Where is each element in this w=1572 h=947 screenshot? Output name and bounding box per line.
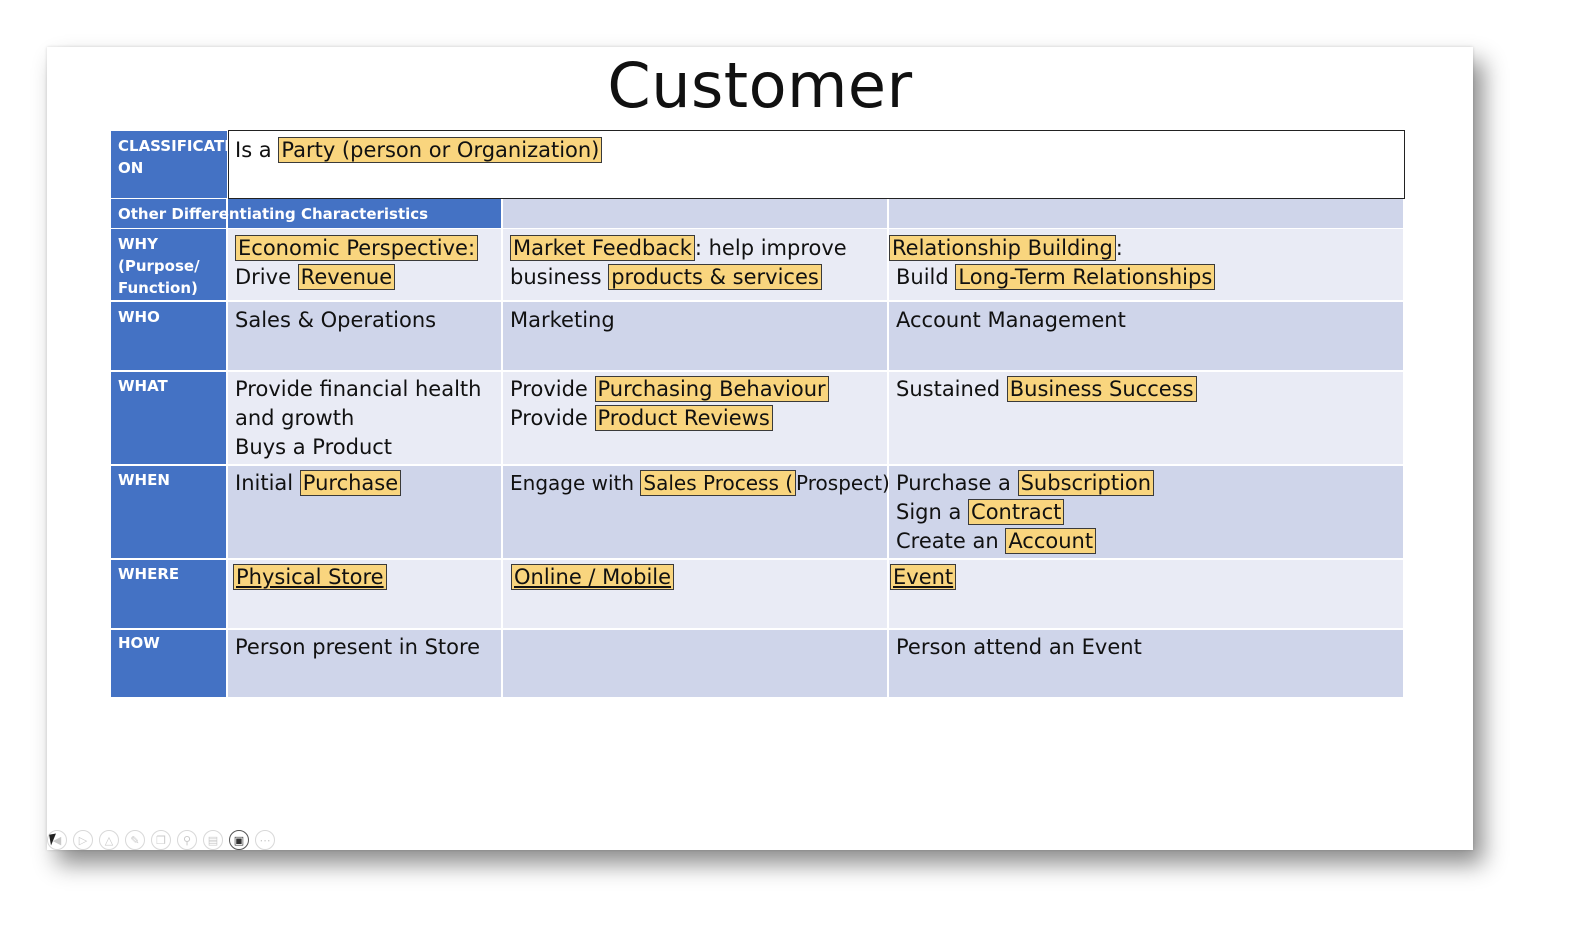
subtitles-icon[interactable]: ▤	[203, 830, 223, 850]
revenue-highlight: Revenue	[297, 264, 396, 290]
copy-icon[interactable]: ❐	[151, 830, 171, 850]
row-label-how: HOW	[118, 634, 160, 652]
where-col1: Physical Store	[233, 563, 387, 592]
why-col3: Relationship Building: Build Long-Term R…	[889, 234, 1216, 292]
where-col2: Online / Mobile	[511, 563, 675, 592]
row-where-bg	[227, 559, 1403, 629]
what-col2: Provide Purchasing Behaviour Provide Pro…	[510, 375, 829, 433]
who-col2: Marketing	[510, 308, 615, 332]
physical-store-highlight: Physical Store	[233, 564, 387, 590]
grid-line	[111, 558, 1403, 560]
slide: Customer CLASSIFICATI ON Is a Party (per…	[47, 47, 1473, 850]
section-header: Other Differentiating Characteristics	[118, 205, 429, 223]
event-highlight: Event	[890, 564, 957, 590]
pen-icon[interactable]: ✎	[125, 830, 145, 850]
section-header-fill	[502, 199, 1403, 228]
grid-line	[226, 199, 228, 697]
who-col3: Account Management	[896, 308, 1126, 332]
slide-title: Customer	[607, 49, 913, 122]
up-icon[interactable]: △	[99, 830, 119, 850]
row-label-who: WHO	[118, 308, 160, 326]
long-term-relationships-highlight: Long-Term Relationships	[955, 264, 1216, 290]
presentation-toolbar: ◀ ▷ △ ✎ ❐ ⚲ ▤ ▣ ⋯	[47, 829, 275, 851]
purchase-highlight: Purchase	[299, 470, 402, 496]
online-mobile-highlight: Online / Mobile	[511, 564, 675, 590]
what-col3: Sustained Business Success	[896, 375, 1197, 404]
row-label-why: WHY (Purpose/ Function)	[118, 235, 200, 297]
product-reviews-highlight: Product Reviews	[594, 405, 773, 431]
relationship-building-highlight: Relationship Building	[889, 235, 1116, 261]
party-highlight: Party (person or Organization)	[278, 137, 603, 163]
grid-line	[111, 628, 1403, 630]
who-col1: Sales & Operations	[235, 308, 437, 332]
why-col1: Economic Perspective: Drive Revenue	[235, 234, 479, 292]
grid-line	[501, 199, 503, 697]
contract-highlight: Contract	[968, 499, 1065, 525]
grid-line	[111, 300, 1403, 302]
classification-label-line2: ON	[118, 159, 144, 177]
row-label-where: WHERE	[118, 565, 180, 583]
account-highlight: Account	[1005, 528, 1097, 554]
play-icon[interactable]: ▷	[73, 830, 93, 850]
subscription-highlight: Subscription	[1017, 470, 1155, 496]
how-col3: Person attend an Event	[896, 635, 1142, 659]
classification-value: Is a Party (person or Organization)	[235, 136, 603, 165]
sales-process-highlight: Sales Process (	[640, 470, 797, 496]
market-feedback-highlight: Market Feedback	[510, 235, 695, 261]
purchasing-behaviour-highlight: Purchasing Behaviour	[594, 376, 829, 402]
why-col2: Market Feedback: help improve business p…	[510, 235, 847, 290]
how-col1: Person present in Store	[235, 635, 481, 659]
grid-line	[111, 464, 1403, 466]
business-success-highlight: Business Success	[1006, 376, 1197, 402]
when-col3: Purchase a Subscription Sign a Contract …	[896, 469, 1155, 556]
classification-label: CLASSIFICATI ON	[118, 135, 230, 179]
row-label-when: WHEN	[118, 471, 170, 489]
when-col2: Engage with Sales Process (Prospect)	[510, 470, 890, 496]
classification-label-line1: CLASSIFICATI	[118, 137, 230, 155]
zoom-icon[interactable]: ⚲	[177, 830, 197, 850]
economic-perspective-highlight: Economic Perspective:	[235, 235, 479, 261]
where-col3: Event	[890, 563, 957, 592]
products-services-highlight: products & services	[608, 264, 822, 290]
grid-line	[111, 370, 1403, 372]
row-label-what: WHAT	[118, 377, 168, 395]
more-icon[interactable]: ⋯	[255, 830, 275, 850]
video-icon[interactable]: ▣	[229, 830, 249, 850]
when-col1: Initial Purchase	[235, 469, 402, 498]
what-col1: Provide financial health and growth Buys…	[235, 377, 482, 459]
